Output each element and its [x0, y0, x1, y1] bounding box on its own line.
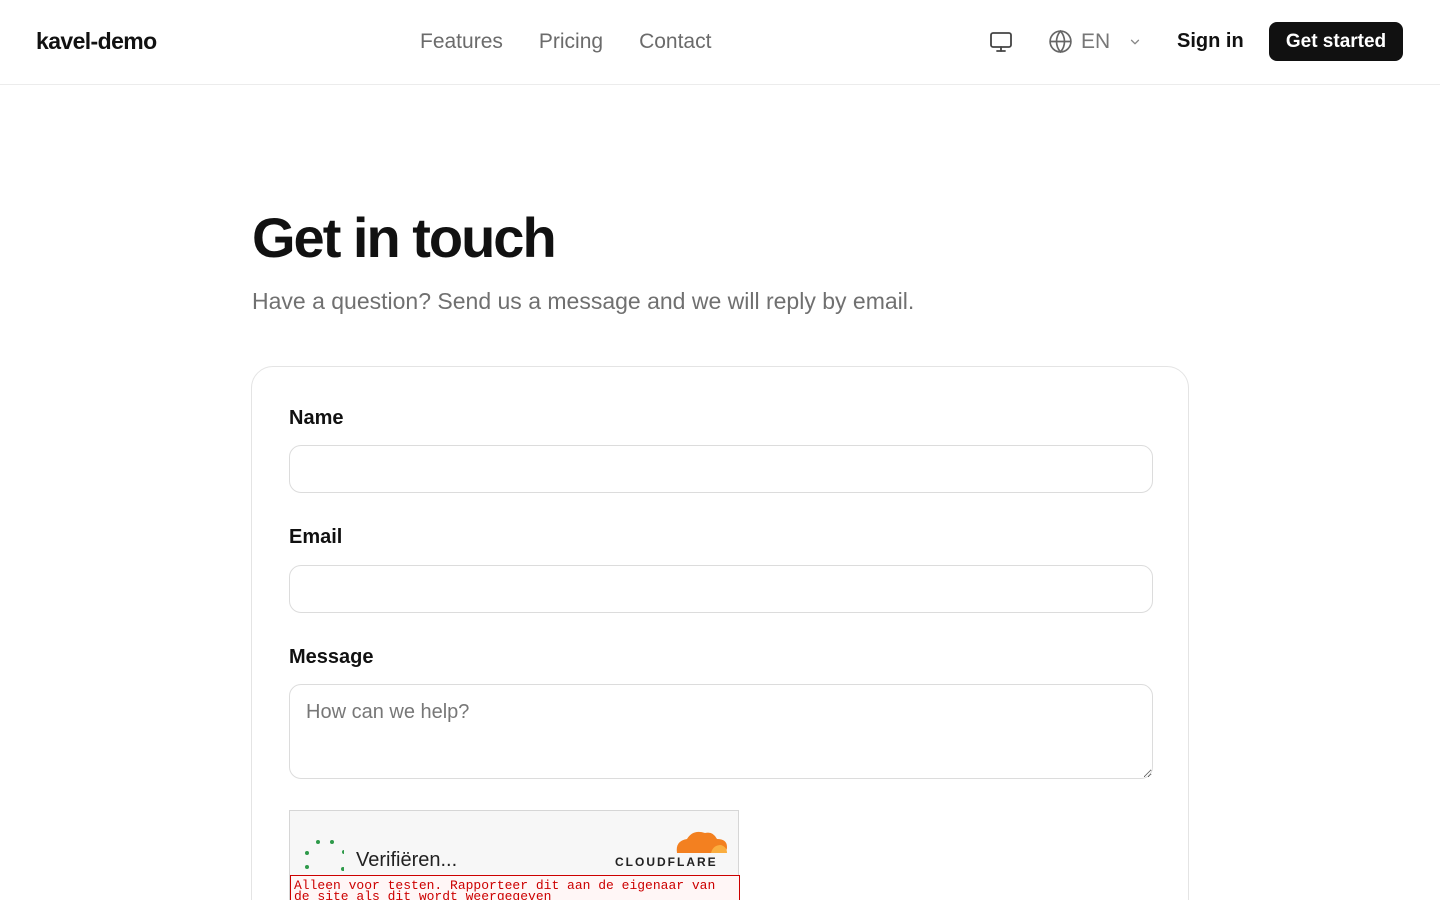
monitor-icon[interactable] [988, 30, 1014, 54]
email-input[interactable] [289, 565, 1153, 613]
name-label: Name [289, 407, 344, 429]
captcha-test-warning: Alleen voor testen. Rapporteer dit aan d… [290, 875, 740, 900]
captcha-status: Verifiëren... [356, 849, 458, 871]
contact-form-card: Name Email Message Verifiëren... CLOUDFL… [251, 366, 1189, 900]
message-label: Message [289, 646, 374, 668]
language-selector[interactable]: EN [1048, 29, 1142, 54]
language-code: EN [1081, 29, 1111, 53]
page-title: Get in touch [252, 206, 557, 269]
page-subtitle: Have a question? Send us a message and w… [252, 288, 915, 314]
nav-contact[interactable]: Contact [639, 30, 711, 54]
chevron-down-icon [1131, 39, 1140, 44]
message-textarea[interactable] [289, 684, 1153, 779]
brand-logo[interactable]: kavel-demo [36, 28, 157, 55]
sign-in-button[interactable]: Sign in [1177, 30, 1244, 53]
nav-pricing[interactable]: Pricing [539, 30, 603, 54]
captcha-widget[interactable]: Verifiëren... CLOUDFLARE Alleen voor tes… [289, 810, 740, 900]
email-label: Email [289, 526, 343, 548]
loading-spinner-icon [305, 840, 344, 871]
get-started-button[interactable]: Get started [1269, 22, 1403, 61]
nav-features[interactable]: Features [420, 30, 503, 54]
captcha-provider: CLOUDFLARE [615, 855, 718, 869]
globe-icon [1049, 29, 1072, 54]
name-input[interactable] [289, 445, 1153, 493]
site-header: kavel-demo Features Pricing Contact EN S… [0, 0, 1440, 85]
main-nav: Features Pricing Contact [420, 30, 711, 54]
